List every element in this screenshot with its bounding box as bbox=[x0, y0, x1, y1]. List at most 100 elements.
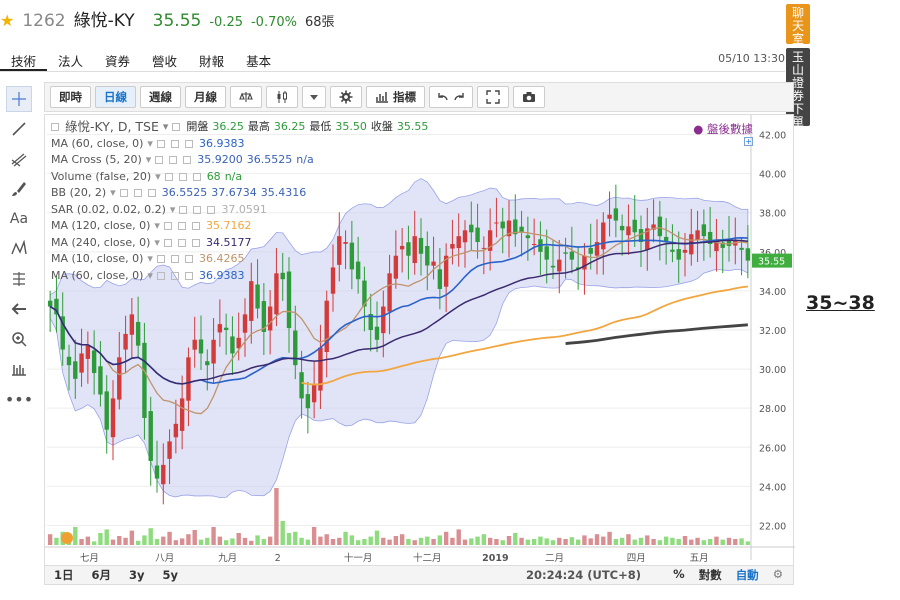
fibonacci-icon[interactable] bbox=[6, 266, 32, 292]
range-3y-button[interactable]: 3y bbox=[120, 568, 154, 582]
compare-scale-button[interactable] bbox=[230, 86, 262, 108]
legend-indicator-row[interactable]: MA (10, close, 0) ▾ 36.4265 bbox=[51, 251, 428, 268]
stock-code: 1262 bbox=[22, 11, 66, 31]
legend-dropdown-icon[interactable]: ▾ bbox=[110, 185, 116, 202]
period-daily-button[interactable]: 日線 bbox=[95, 86, 136, 108]
range-6m-button[interactable]: 6月 bbox=[83, 567, 121, 583]
legend-settings-icon[interactable] bbox=[133, 189, 142, 198]
pattern-icon[interactable] bbox=[6, 236, 32, 262]
volume-bar bbox=[117, 536, 122, 545]
legend-indicator-row[interactable]: MA (60, close, 0) ▾ 36.9383 bbox=[51, 268, 428, 285]
legend-settings-icon[interactable] bbox=[193, 205, 202, 214]
legend-eye-icon[interactable] bbox=[156, 139, 165, 148]
legend-indicator-row[interactable]: MA (120, close, 0) ▾ 35.7162 bbox=[51, 218, 428, 235]
legend-dropdown-icon[interactable]: ▾ bbox=[170, 202, 176, 219]
legend-close-icon[interactable] bbox=[192, 172, 201, 181]
legend-close-icon[interactable] bbox=[184, 255, 193, 264]
legend-indicator-row[interactable]: MA (60, close, 0) ▾ 36.9383 bbox=[51, 136, 428, 153]
percent-scale-toggle[interactable]: % bbox=[673, 567, 685, 583]
brush-icon[interactable] bbox=[6, 176, 32, 202]
legend-eye-icon[interactable] bbox=[155, 156, 164, 165]
chart-type-button[interactable] bbox=[266, 86, 298, 108]
legend-eye-icon[interactable] bbox=[163, 238, 172, 247]
legend-dropdown-icon[interactable]: ▾ bbox=[154, 235, 160, 252]
fullscreen-button[interactable] bbox=[477, 86, 509, 108]
legend-dropdown-icon[interactable]: ▾ bbox=[147, 268, 153, 285]
legend-indicator-value: 34.5177 bbox=[205, 235, 252, 249]
snapshot-button[interactable] bbox=[513, 86, 545, 108]
auto-scale-toggle[interactable]: 自動 bbox=[736, 567, 759, 583]
legend-settings-icon[interactable] bbox=[177, 238, 186, 247]
tab-basic[interactable]: 基本 bbox=[235, 48, 282, 71]
legend-dropdown-icon[interactable]: ▾ bbox=[163, 119, 169, 136]
volume-bar bbox=[701, 540, 707, 545]
legend-eye-icon[interactable] bbox=[156, 271, 165, 280]
legend-close-icon[interactable] bbox=[207, 205, 216, 214]
price-change: -0.25 bbox=[209, 15, 243, 30]
legend-indicator-row[interactable]: BB (20, 2) ▾ 36.5525 37.6734 35.4316 bbox=[51, 185, 428, 202]
period-realtime-button[interactable]: 即時 bbox=[50, 86, 91, 108]
price-chart[interactable]: 42.00 40.00 38.00 36.00 34.00 32.00 30.00 28.00… bbox=[44, 114, 795, 584]
tab-margin[interactable]: 資券 bbox=[94, 48, 141, 71]
legend-indicator-row[interactable]: Volume (false, 20) ▾ 68 n/a bbox=[51, 169, 428, 186]
legend-close-icon[interactable] bbox=[184, 271, 193, 280]
volume-bar bbox=[54, 537, 59, 545]
legend-dropdown-icon[interactable]: ▾ bbox=[154, 218, 160, 235]
legend-close-icon[interactable] bbox=[191, 222, 200, 231]
legend-close-icon[interactable] bbox=[184, 139, 193, 148]
legend-indicator-row[interactable]: MA (240, close, 0) ▾ 34.5177 bbox=[51, 235, 428, 252]
legend-dropdown-icon[interactable]: ▾ bbox=[146, 152, 152, 169]
legend-eye-icon[interactable] bbox=[163, 222, 172, 231]
crosshair-icon[interactable] bbox=[6, 86, 32, 112]
legend-eye-icon[interactable] bbox=[172, 123, 181, 132]
volume-bar bbox=[607, 531, 612, 545]
add-panel-icon[interactable]: + bbox=[744, 137, 753, 146]
legend-eye-icon[interactable] bbox=[164, 172, 173, 181]
legend-settings-icon[interactable] bbox=[170, 255, 179, 264]
back-arrow-icon[interactable] bbox=[6, 296, 32, 322]
range-5y-button[interactable]: 5y bbox=[154, 568, 188, 582]
volume-bar bbox=[311, 527, 317, 545]
after-hours-data[interactable]: ● 盤後數據 bbox=[693, 121, 753, 137]
tab-institutional[interactable]: 法人 bbox=[47, 48, 94, 71]
chatroom-button[interactable]: 聊天室 bbox=[786, 4, 810, 46]
settings-button[interactable] bbox=[330, 86, 362, 108]
legend-close-icon[interactable] bbox=[147, 189, 156, 198]
tab-financials[interactable]: 財報 bbox=[188, 48, 235, 71]
text-tool-icon[interactable]: Aa bbox=[6, 206, 32, 232]
chart-type-dropdown[interactable] bbox=[302, 86, 326, 108]
legend-eye-icon[interactable] bbox=[119, 189, 128, 198]
undo-button[interactable] bbox=[429, 86, 473, 108]
legend-settings-icon[interactable] bbox=[170, 139, 179, 148]
favorite-star-icon[interactable]: ★ bbox=[0, 11, 14, 30]
legend-close-icon[interactable] bbox=[183, 156, 192, 165]
legend-eye-icon[interactable] bbox=[156, 255, 165, 264]
range-1d-button[interactable]: 1日 bbox=[45, 567, 83, 583]
trend-line-icon[interactable] bbox=[6, 116, 32, 142]
volume-bar bbox=[186, 534, 191, 545]
log-scale-toggle[interactable]: 對數 bbox=[699, 567, 722, 583]
volume-bar bbox=[293, 531, 298, 545]
legend-indicator-row[interactable]: MA Cross (5, 20) ▾ 35.9200 36.5525 n/a bbox=[51, 152, 428, 169]
tab-revenue[interactable]: 營收 bbox=[141, 48, 188, 71]
legend-dropdown-icon[interactable]: ▾ bbox=[147, 136, 153, 153]
legend-settings-icon[interactable] bbox=[170, 271, 179, 280]
zoom-icon[interactable] bbox=[6, 326, 32, 352]
legend-indicator-row[interactable]: SAR (0.02, 0.02, 0.2) ▾ 37.0591 bbox=[51, 202, 428, 219]
period-weekly-button[interactable]: 週線 bbox=[140, 86, 181, 108]
legend-eye-icon[interactable] bbox=[179, 205, 188, 214]
legend-settings-icon[interactable] bbox=[177, 222, 186, 231]
more-icon[interactable]: ••• bbox=[5, 386, 33, 412]
legend-close-icon[interactable] bbox=[191, 238, 200, 247]
legend-settings-icon[interactable] bbox=[178, 172, 187, 181]
legend-dropdown-icon[interactable]: ▾ bbox=[147, 251, 153, 268]
collapse-box-icon[interactable] bbox=[51, 123, 59, 132]
tab-technical[interactable]: 技術 bbox=[0, 48, 48, 71]
period-monthly-button[interactable]: 月線 bbox=[185, 86, 226, 108]
indicators-button[interactable]: 指標 bbox=[366, 86, 425, 108]
legend-dropdown-icon[interactable]: ▾ bbox=[155, 169, 161, 186]
ruler-icon[interactable] bbox=[6, 356, 32, 382]
bottom-settings-gear-icon[interactable]: ⚙ bbox=[773, 567, 783, 583]
legend-settings-icon[interactable] bbox=[169, 156, 178, 165]
fork-icon[interactable] bbox=[6, 146, 32, 172]
